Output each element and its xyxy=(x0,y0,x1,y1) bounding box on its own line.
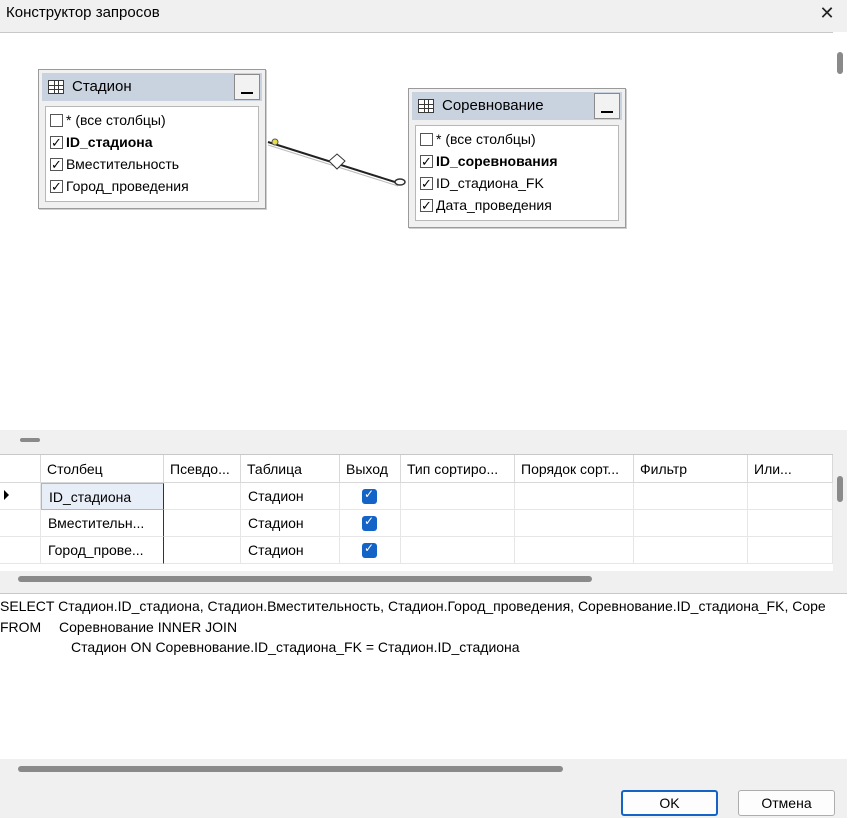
table-icon xyxy=(418,99,434,113)
grid-cell-sort-type[interactable] xyxy=(401,510,515,537)
column-label: * (все столбцы) xyxy=(66,112,166,128)
minimize-icon[interactable] xyxy=(234,74,260,100)
grid-header-rowmarker xyxy=(0,455,41,483)
table-column-list: * (все столбцы) ID_соревнования ID_стади… xyxy=(415,125,619,221)
grid-horizontal-scrollbar[interactable] xyxy=(0,571,847,587)
table-stadium[interactable]: Стадион * (все столбцы) ID_стадиона Вмес… xyxy=(38,69,266,209)
ok-button[interactable]: OK xyxy=(621,790,718,816)
pane-splitter[interactable] xyxy=(0,430,847,454)
grid-cell-sort-order[interactable] xyxy=(515,483,634,510)
grid-cell-column[interactable]: ID_стадиона xyxy=(41,483,164,510)
grid-cell-table[interactable]: Стадион xyxy=(241,537,340,564)
sql-from-line: Соревнование INNER JOIN xyxy=(59,619,238,635)
sql-join-line: Стадион ON Соревнование.ID_стадиона_FK =… xyxy=(71,639,520,655)
grid-cell-table[interactable]: Стадион xyxy=(241,483,340,510)
checkbox[interactable] xyxy=(420,133,433,146)
grid-header-table[interactable]: Таблица xyxy=(241,455,340,483)
grid-cell-rowheader[interactable] xyxy=(0,537,41,564)
grid-header-output[interactable]: Выход xyxy=(340,455,401,483)
checkbox[interactable] xyxy=(50,177,63,197)
diagram-vertical-scrollbar[interactable] xyxy=(833,32,847,430)
column-label: Город_проведения xyxy=(66,178,189,194)
column-label: ID_стадиона xyxy=(66,134,153,150)
scrollbar-thumb[interactable] xyxy=(18,576,592,582)
checkbox[interactable] xyxy=(50,114,63,127)
sql-from-keyword: FROM xyxy=(0,619,42,635)
sql-horizontal-scrollbar[interactable] xyxy=(0,761,847,777)
grid-cell-sort-order[interactable] xyxy=(515,537,634,564)
table-title: Соревнование xyxy=(442,97,544,114)
checkbox[interactable] xyxy=(420,174,433,194)
output-checkbox[interactable] xyxy=(362,514,377,531)
title-bar: Конструктор запросов ✕ xyxy=(0,0,847,32)
grid-cell-rowheader[interactable] xyxy=(0,510,41,537)
minimize-icon[interactable] xyxy=(594,93,620,119)
table-header[interactable]: Стадион xyxy=(42,73,262,101)
dialog-footer: OK Отмена xyxy=(0,777,847,818)
table-title: Стадион xyxy=(72,78,132,95)
join-end-left xyxy=(271,138,279,146)
grid-header-sort-order[interactable]: Порядок сорт... xyxy=(515,455,634,483)
grid-cell-table[interactable]: Стадион xyxy=(241,510,340,537)
column-label: * (все столбцы) xyxy=(436,131,536,147)
scrollbar-thumb[interactable] xyxy=(837,476,843,502)
output-checkbox[interactable] xyxy=(362,487,377,504)
column-label: ID_стадиона_FK xyxy=(436,175,544,191)
grid-header-or[interactable]: Или... xyxy=(748,455,833,483)
grid-cell-alias[interactable] xyxy=(164,537,241,564)
grid-header-column[interactable]: Столбец xyxy=(41,455,164,483)
grid-header-sort-type[interactable]: Тип сортиро... xyxy=(401,455,515,483)
grid-cell-filter[interactable] xyxy=(634,537,748,564)
criteria-grid[interactable]: Столбец Псевдо... Таблица Выход Тип сорт… xyxy=(0,454,833,571)
grid-cell-column[interactable]: Город_прове... xyxy=(41,537,164,564)
sql-select-line: SELECT Стадион.ID_стадиона, Стадион.Вмес… xyxy=(0,598,826,614)
checkbox[interactable] xyxy=(50,155,63,175)
grid-cell-or[interactable] xyxy=(748,537,833,564)
cancel-button[interactable]: Отмена xyxy=(738,790,835,816)
join-end-right xyxy=(394,178,406,186)
join-diamond xyxy=(328,153,346,170)
splitter-grip[interactable] xyxy=(20,438,40,442)
column-label: Дата_проведения xyxy=(436,197,552,213)
grid-header-filter[interactable]: Фильтр xyxy=(634,455,748,483)
table-header[interactable]: Соревнование xyxy=(412,92,622,120)
close-button[interactable]: ✕ xyxy=(813,2,841,26)
grid-cell-sort-type[interactable] xyxy=(401,537,515,564)
scrollbar-thumb[interactable] xyxy=(18,766,563,772)
table-column-list: * (все столбцы) ID_стадиона Вместительно… xyxy=(45,106,259,202)
grid-cell-or[interactable] xyxy=(748,483,833,510)
grid-cell-rowheader[interactable] xyxy=(0,483,41,510)
grid-cell-sort-order[interactable] xyxy=(515,510,634,537)
scrollbar-thumb[interactable] xyxy=(837,52,843,74)
grid-cell-column[interactable]: Вместительн... xyxy=(41,510,164,537)
grid-cell-filter[interactable] xyxy=(634,510,748,537)
table-competition[interactable]: Соревнование * (все столбцы) ID_соревнов… xyxy=(408,88,626,228)
output-checkbox[interactable] xyxy=(362,541,377,558)
checkbox[interactable] xyxy=(50,133,63,153)
grid-vertical-scrollbar[interactable] xyxy=(833,454,847,571)
window-title: Конструктор запросов xyxy=(6,4,160,21)
grid-cell-or[interactable] xyxy=(748,510,833,537)
column-label: ID_соревнования xyxy=(436,153,558,169)
column-label: Вместительность xyxy=(66,156,180,172)
grid-header-alias[interactable]: Псевдо... xyxy=(164,455,241,483)
checkbox[interactable] xyxy=(420,196,433,216)
diagram-pane[interactable]: Стадион * (все столбцы) ID_стадиона Вмес… xyxy=(0,32,833,430)
table-icon xyxy=(48,80,64,94)
grid-cell-alias[interactable] xyxy=(164,483,241,510)
grid-cell-filter[interactable] xyxy=(634,483,748,510)
grid-cell-sort-type[interactable] xyxy=(401,483,515,510)
sql-pane[interactable]: SELECT Стадион.ID_стадиона, Стадион.Вмес… xyxy=(0,593,847,759)
grid-cell-alias[interactable] xyxy=(164,510,241,537)
checkbox[interactable] xyxy=(420,152,433,172)
